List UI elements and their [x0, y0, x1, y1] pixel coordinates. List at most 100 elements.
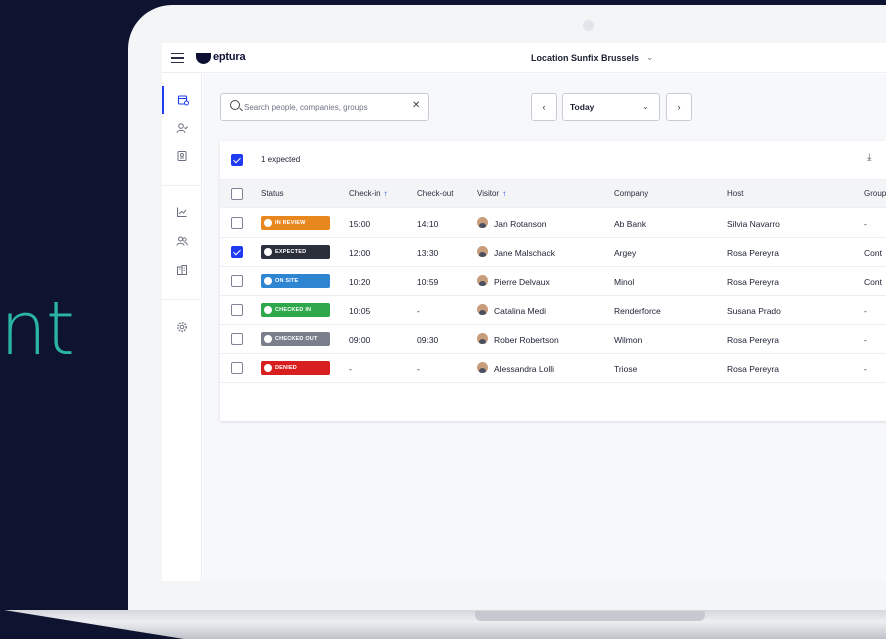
row-checkbox[interactable] — [231, 217, 243, 229]
row-checkbox[interactable] — [231, 275, 243, 287]
laptop-base-notch — [475, 611, 705, 621]
search-box[interactable]: ✕ — [220, 93, 429, 121]
menu-icon[interactable] — [171, 53, 184, 63]
analytics-icon — [177, 207, 187, 217]
column-group[interactable]: Group — [864, 189, 886, 198]
sidebar-item-buildings[interactable] — [162, 256, 202, 284]
sidebar-item-visitors[interactable] — [162, 114, 202, 142]
table-header: Status Check-in ↑ Check-out Visitor ↑ Comp… — [220, 180, 886, 208]
download-icon[interactable]: ⤓ — [867, 152, 871, 163]
table-row[interactable]: CHECKED OUT 09:00 09:30 Rober Robertson Wilm… — [220, 325, 886, 354]
group-name: - — [864, 335, 867, 345]
expected-count: 1 expected — [261, 155, 301, 164]
visitor-name[interactable]: Rober Robertson — [494, 335, 559, 345]
status-badge: DENIED — [261, 361, 330, 375]
status-badge: CHECKED OUT — [261, 332, 330, 346]
table-row[interactable]: CHECKED IN 10:05 - Catalina Medi Renderforce… — [220, 296, 886, 325]
sidebar-item-settings[interactable] — [162, 313, 202, 341]
building-icon — [177, 265, 187, 275]
column-visitor[interactable]: Visitor ↑ — [477, 189, 506, 198]
host-name: Rosa Pereyra — [727, 335, 779, 345]
select-all-expected-checkbox[interactable] — [231, 154, 243, 166]
check-in-time: - — [349, 364, 352, 374]
next-day-button[interactable]: › — [666, 93, 692, 121]
check-in-time: 10:20 — [349, 277, 371, 287]
brand-name: eptura — [213, 51, 246, 63]
top-bar: eptura Location Sunfix Brussels ⌄ — [162, 43, 886, 73]
brand-logo-icon — [196, 53, 211, 64]
chevron-left-icon: ‹ — [542, 102, 546, 112]
status-icon — [264, 364, 272, 372]
visitor-name[interactable]: Jane Malschack — [494, 248, 555, 258]
check-out-time: - — [417, 306, 420, 316]
previous-day-button[interactable]: ‹ — [531, 93, 557, 121]
column-check-out[interactable]: Check-out — [417, 189, 453, 198]
table-row[interactable]: EXPECTED 12:00 13:30 Jane Malschack Argey Ros… — [220, 238, 886, 267]
table-row[interactable]: ON SITE 10:20 10:59 Pierre Delvaux Minol Rosa… — [220, 267, 886, 296]
table-row[interactable]: IN REVIEW 15:00 14:10 Jan Rotanson Ab Bank Si… — [220, 209, 886, 238]
date-selector[interactable]: Today ⌄ — [562, 93, 660, 121]
status-badge: CHECKED IN — [261, 303, 330, 317]
company-name: Triose — [614, 364, 638, 374]
company-name: Ab Bank — [614, 219, 647, 229]
visitor-name[interactable]: Catalina Medi — [494, 306, 546, 316]
search-icon — [230, 100, 240, 110]
avatar — [477, 333, 488, 344]
sidebar-item-people[interactable] — [162, 227, 202, 255]
status-icon — [264, 248, 272, 256]
group-name: - — [864, 364, 867, 374]
row-checkbox[interactable] — [231, 362, 243, 374]
chevron-down-icon[interactable]: ⌄ — [646, 52, 654, 63]
status-label: CHECKED OUT — [275, 336, 318, 342]
visits-table: 1 expected ⤓ Status Check-in ↑ Check-out … — [220, 141, 886, 421]
host-name: Susana Prado — [727, 306, 781, 316]
status-icon — [264, 335, 272, 343]
host-name: Rosa Pereyra — [727, 364, 779, 374]
check-in-time: 10:05 — [349, 306, 371, 316]
status-label: IN REVIEW — [275, 220, 306, 226]
visitor-name[interactable]: Pierre Delvaux — [494, 277, 550, 287]
column-company[interactable]: Company — [614, 189, 648, 198]
visitor-name[interactable]: Jan Rotanson — [494, 219, 546, 229]
sidebar-item-visits[interactable] — [162, 86, 202, 114]
location-selector[interactable]: Location Sunfix Brussels — [531, 53, 639, 63]
sidebar — [162, 74, 202, 581]
check-in-time: 12:00 — [349, 248, 371, 258]
row-checkbox[interactable] — [231, 246, 243, 258]
status-icon — [264, 277, 272, 285]
row-checkbox[interactable] — [231, 333, 243, 345]
clear-search-icon[interactable]: ✕ — [412, 100, 420, 111]
status-label: DENIED — [275, 365, 297, 371]
status-icon — [264, 219, 272, 227]
table-row[interactable]: DENIED - - Alessandra Lolli Triose Rosa Perey… — [220, 354, 886, 383]
check-out-time: 09:30 — [417, 335, 439, 345]
sidebar-divider — [162, 185, 202, 186]
visitor-name[interactable]: Alessandra Lolli — [494, 364, 554, 374]
select-all-checkbox[interactable] — [231, 188, 243, 200]
company-name: Minol — [614, 277, 635, 287]
sidebar-item-badges[interactable] — [162, 142, 202, 170]
column-visitor-label: Visitor — [477, 189, 500, 198]
status-icon — [264, 306, 272, 314]
row-checkbox[interactable] — [231, 304, 243, 316]
visits-icon — [177, 95, 189, 106]
sidebar-divider — [162, 299, 202, 300]
group-name: Cont — [864, 277, 882, 287]
status-badge: ON SITE — [261, 274, 330, 288]
avatar — [477, 362, 488, 373]
badge-icon — [177, 151, 187, 161]
column-host[interactable]: Host — [727, 189, 743, 198]
column-check-in-label: Check-in — [349, 189, 381, 198]
main-content: ✕ ‹ Today ⌄ › 1 expected ⤓ Status Check-… — [203, 74, 886, 581]
column-check-in[interactable]: Check-in ↑ — [349, 189, 388, 198]
company-name: Argey — [614, 248, 637, 258]
avatar — [477, 275, 488, 286]
search-input[interactable] — [244, 100, 404, 114]
avatar — [477, 304, 488, 315]
check-out-time: 13:30 — [417, 248, 439, 258]
laptop-camera — [583, 20, 594, 31]
column-status[interactable]: Status — [261, 189, 284, 198]
sidebar-item-analytics[interactable] — [162, 198, 202, 226]
chevron-down-icon: ⌄ — [642, 102, 649, 111]
settings-icon — [177, 322, 187, 332]
